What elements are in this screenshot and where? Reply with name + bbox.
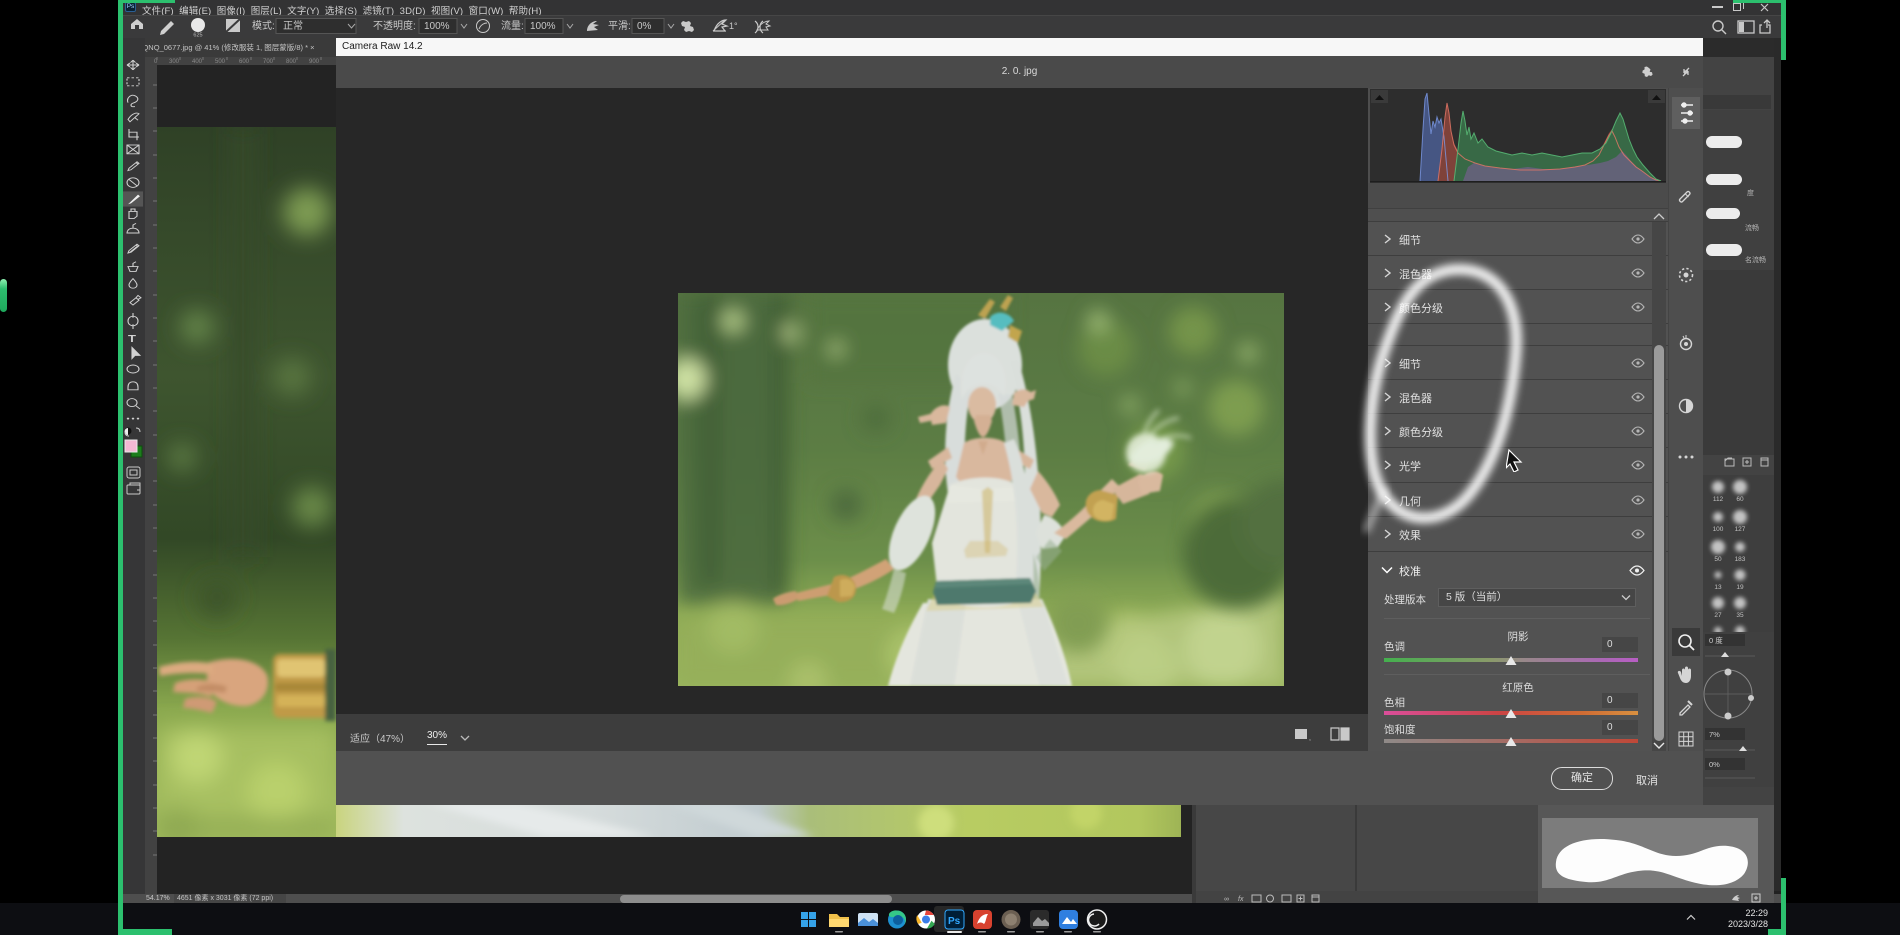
svg-text:流畅: 流畅 (1745, 223, 1759, 232)
svg-text:13: 13 (1714, 584, 1722, 591)
svg-text:T: T (128, 333, 137, 344)
svg-text:19: 19 (1736, 584, 1744, 591)
svg-text:Ps: Ps (948, 916, 961, 927)
svg-text:0 度: 0 度 (1709, 635, 1723, 645)
svg-text:400: 400 (192, 59, 203, 65)
svg-text:100%: 100% (424, 21, 450, 32)
svg-text:900: 900 (309, 59, 320, 65)
svg-text:183: 183 (1735, 556, 1746, 563)
svg-text:正常: 正常 (283, 19, 303, 32)
svg-text:0%: 0% (1709, 760, 1720, 769)
svg-text:60: 60 (1736, 496, 1744, 503)
svg-text:700: 700 (263, 59, 274, 65)
svg-text:7%: 7% (1709, 730, 1720, 739)
svg-text:平滑:: 平滑: (608, 20, 631, 32)
svg-text:100%: 100% (530, 21, 556, 32)
svg-text:35: 35 (1736, 612, 1744, 619)
svg-text:100: 100 (1713, 526, 1724, 533)
svg-text:112: 112 (1713, 496, 1724, 503)
svg-text:,: , (1309, 735, 1311, 742)
svg-text:fx: fx (1238, 896, 1244, 903)
svg-text:127: 127 (1735, 526, 1746, 533)
svg-text:流量:: 流量: (501, 19, 524, 32)
svg-text:不透明度:: 不透明度: (373, 19, 416, 32)
svg-text:∞: ∞ (1224, 896, 1229, 903)
svg-text:度: 度 (1747, 188, 1754, 197)
svg-text:27: 27 (1714, 612, 1722, 619)
svg-text:800: 800 (286, 59, 297, 65)
svg-text:模式:: 模式: (252, 19, 275, 32)
svg-text:600: 600 (239, 59, 250, 65)
svg-text:500: 500 (215, 59, 226, 65)
svg-text:50: 50 (1714, 556, 1722, 563)
svg-text:625: 625 (193, 33, 202, 39)
svg-text:0%: 0% (637, 21, 652, 32)
svg-text:300: 300 (169, 59, 180, 65)
svg-text:名流畅: 名流畅 (1745, 255, 1766, 264)
